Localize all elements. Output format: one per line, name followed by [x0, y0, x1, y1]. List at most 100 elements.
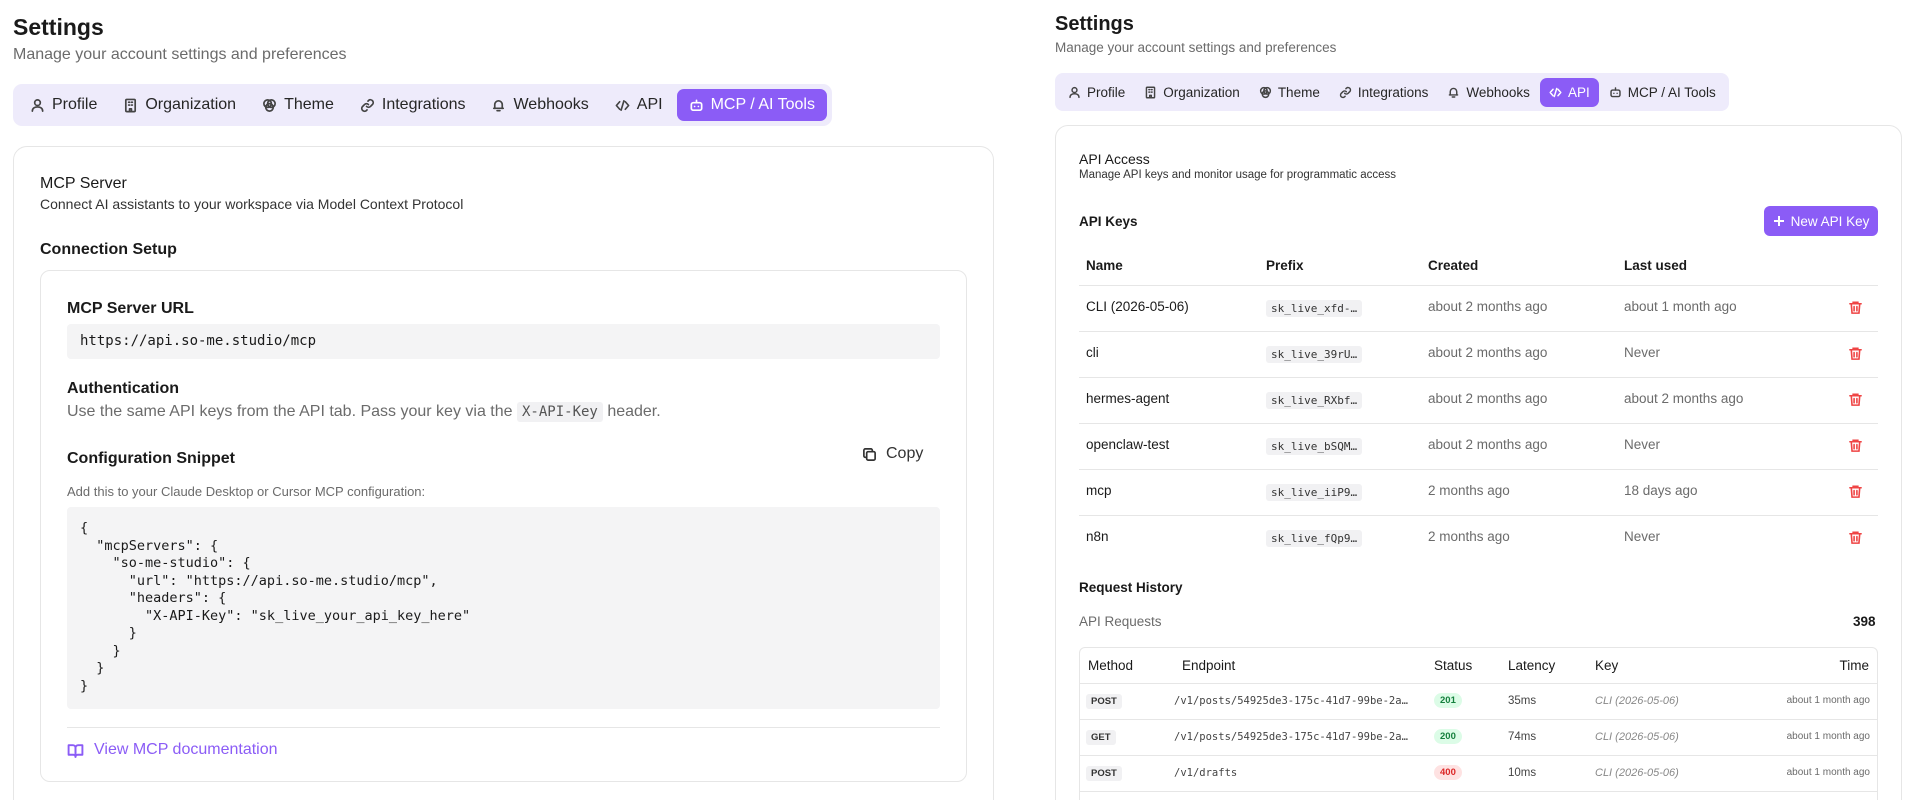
- link-icon: [1339, 86, 1351, 98]
- user-icon: [1069, 86, 1080, 98]
- copy-button[interactable]: Copy: [862, 445, 923, 463]
- authentication-label: Authentication: [67, 380, 179, 397]
- delete-key-button[interactable]: [1848, 530, 1863, 548]
- tab-organization[interactable]: Organization: [111, 89, 248, 121]
- method-badge: POST: [1086, 766, 1122, 781]
- table-row[interactable]: POST /v1/drafts 400 10ms CLI (2026-05-06…: [1080, 756, 1877, 792]
- delete-key-button[interactable]: [1848, 484, 1863, 502]
- copy-icon: [863, 447, 876, 461]
- copy-label: Copy: [886, 445, 924, 462]
- tab-label: MCP / AI Tools: [710, 96, 815, 113]
- delete-key-button[interactable]: [1848, 346, 1863, 364]
- bot-icon: [1610, 86, 1621, 97]
- key-prefix: sk_live_fQp9…: [1266, 530, 1363, 547]
- doc-link-label: View MCP documentation: [94, 741, 278, 758]
- key-created: 2 months ago: [1428, 483, 1510, 498]
- latency: 74ms: [1508, 731, 1537, 743]
- delete-key-button[interactable]: [1848, 438, 1863, 456]
- table-row: openclaw-test sk_live_bSQM… about 2 mont…: [1079, 424, 1878, 470]
- table-row[interactable]: POST /v1/posts/54925de3-175c-41d7-99be-2…: [1080, 684, 1877, 720]
- authentication-text: Use the same API keys from the API tab. …: [67, 402, 661, 422]
- key-prefix: sk_live_39rU…: [1266, 346, 1363, 363]
- key-created: about 2 months ago: [1428, 345, 1548, 360]
- tab-label: Theme: [1277, 84, 1320, 100]
- tab-label: Webhooks: [1466, 84, 1530, 100]
- code-icon: [1549, 87, 1562, 97]
- tab-mcp-ai-tools[interactable]: MCP / AI Tools: [676, 89, 827, 121]
- tab-webhooks[interactable]: Webhooks: [1438, 78, 1539, 107]
- request-table-header: Method Endpoint Status Latency Key Time: [1080, 648, 1877, 684]
- auth-text-after: header.: [607, 403, 661, 420]
- api-key-header-code: X-API-Key: [517, 402, 603, 422]
- api-keys-table-header: Name Prefix Created Last used: [1079, 256, 1878, 286]
- table-row[interactable]: GET /v1/posts/54925de3-175c-41d7-99be-2a…: [1080, 720, 1877, 756]
- config-snippet-code[interactable]: { "mcpServers": { "so-me-studio": { "url…: [67, 507, 940, 709]
- config-snippet-label: Configuration Snippet: [67, 450, 235, 467]
- table-row: cli sk_live_39rU… about 2 months ago Nev…: [1079, 332, 1878, 378]
- tab-label: Organization: [1163, 84, 1240, 100]
- building-icon: [125, 98, 137, 112]
- api-requests-count: 398: [1853, 614, 1876, 629]
- request-time: about 1 month ago: [1786, 731, 1870, 742]
- tab-profile[interactable]: Profile: [1059, 78, 1134, 107]
- tab-api[interactable]: API: [1539, 77, 1599, 107]
- delete-key-button[interactable]: [1848, 392, 1863, 410]
- tab-profile[interactable]: Profile: [18, 89, 109, 121]
- webhook-icon: [1449, 87, 1459, 98]
- api-keys-title: API Keys: [1079, 214, 1138, 229]
- divider: [67, 727, 940, 728]
- tab-label: Integrations: [381, 96, 466, 113]
- tab-label: Profile: [1087, 84, 1126, 100]
- status-badge: 200: [1434, 729, 1462, 744]
- key-last-used: about 1 month ago: [1624, 299, 1737, 314]
- tab-label: MCP / AI Tools: [1627, 84, 1716, 100]
- trash-icon: [1849, 439, 1862, 452]
- page-subtitle: Manage your account settings and prefere…: [1055, 40, 1337, 55]
- table-row: hermes-agent sk_live_RXbf… about 2 month…: [1079, 378, 1878, 424]
- col-prefix: Prefix: [1266, 258, 1304, 273]
- tab-organization[interactable]: Organization: [1135, 78, 1249, 107]
- key-last-used: Never: [1624, 529, 1661, 544]
- tab-mcp-ai-tools[interactable]: MCP / AI Tools: [1600, 78, 1725, 107]
- tab-label: Webhooks: [513, 96, 589, 113]
- key-name: n8n: [1086, 529, 1109, 544]
- api-section-title: API Access: [1079, 151, 1150, 167]
- api-requests-label: API Requests: [1079, 614, 1162, 629]
- delete-key-button[interactable]: [1848, 300, 1863, 318]
- tab-theme[interactable]: Theme: [250, 89, 346, 121]
- tab-theme[interactable]: Theme: [1250, 78, 1329, 107]
- key-name: hermes-agent: [1086, 391, 1170, 406]
- plus-icon: [1773, 216, 1784, 226]
- api-section-subtitle: Manage API keys and monitor usage for pr…: [1079, 169, 1397, 181]
- settings-mcp-pane: Settings Manage your account settings an…: [0, 0, 1000, 800]
- page-title: Settings: [13, 14, 104, 40]
- latency: 35ms: [1508, 695, 1537, 707]
- table-row: mcp sk_live_iiP9… 2 months ago 18 days a…: [1079, 470, 1878, 516]
- trash-icon: [1849, 531, 1862, 544]
- mcp-section-title: MCP Server: [40, 175, 127, 192]
- mcp-documentation-link[interactable]: View MCP documentation: [67, 741, 278, 759]
- tab-label: API: [636, 96, 663, 113]
- tab-integrations[interactable]: Integrations: [1330, 78, 1438, 107]
- book-open-icon: [67, 743, 84, 758]
- mcp-url-field[interactable]: https://api.so-me.studio/mcp: [67, 324, 940, 359]
- key-name: cli: [1086, 345, 1099, 360]
- tab-integrations[interactable]: Integrations: [348, 89, 478, 121]
- request-history-title: Request History: [1079, 580, 1183, 595]
- tab-label: Profile: [52, 96, 98, 113]
- code-icon: [615, 99, 630, 111]
- method-badge: POST: [1086, 694, 1122, 709]
- settings-tabs: Profile Organization Theme Integrations …: [1055, 73, 1729, 111]
- col-method: Method: [1088, 658, 1134, 673]
- trash-icon: [1849, 485, 1862, 498]
- new-api-key-button[interactable]: New API Key: [1764, 206, 1878, 236]
- tab-api[interactable]: API: [603, 89, 675, 121]
- key-ref: CLI (2026-05-06): [1595, 695, 1679, 707]
- trash-icon: [1849, 347, 1862, 360]
- col-endpoint: Endpoint: [1182, 658, 1236, 673]
- key-ref: CLI (2026-05-06): [1595, 767, 1679, 779]
- key-prefix: sk_live_xfd-…: [1266, 300, 1363, 317]
- tab-webhooks[interactable]: Webhooks: [479, 89, 600, 121]
- col-key: Key: [1595, 658, 1619, 673]
- key-prefix: sk_live_bSQM…: [1266, 438, 1363, 455]
